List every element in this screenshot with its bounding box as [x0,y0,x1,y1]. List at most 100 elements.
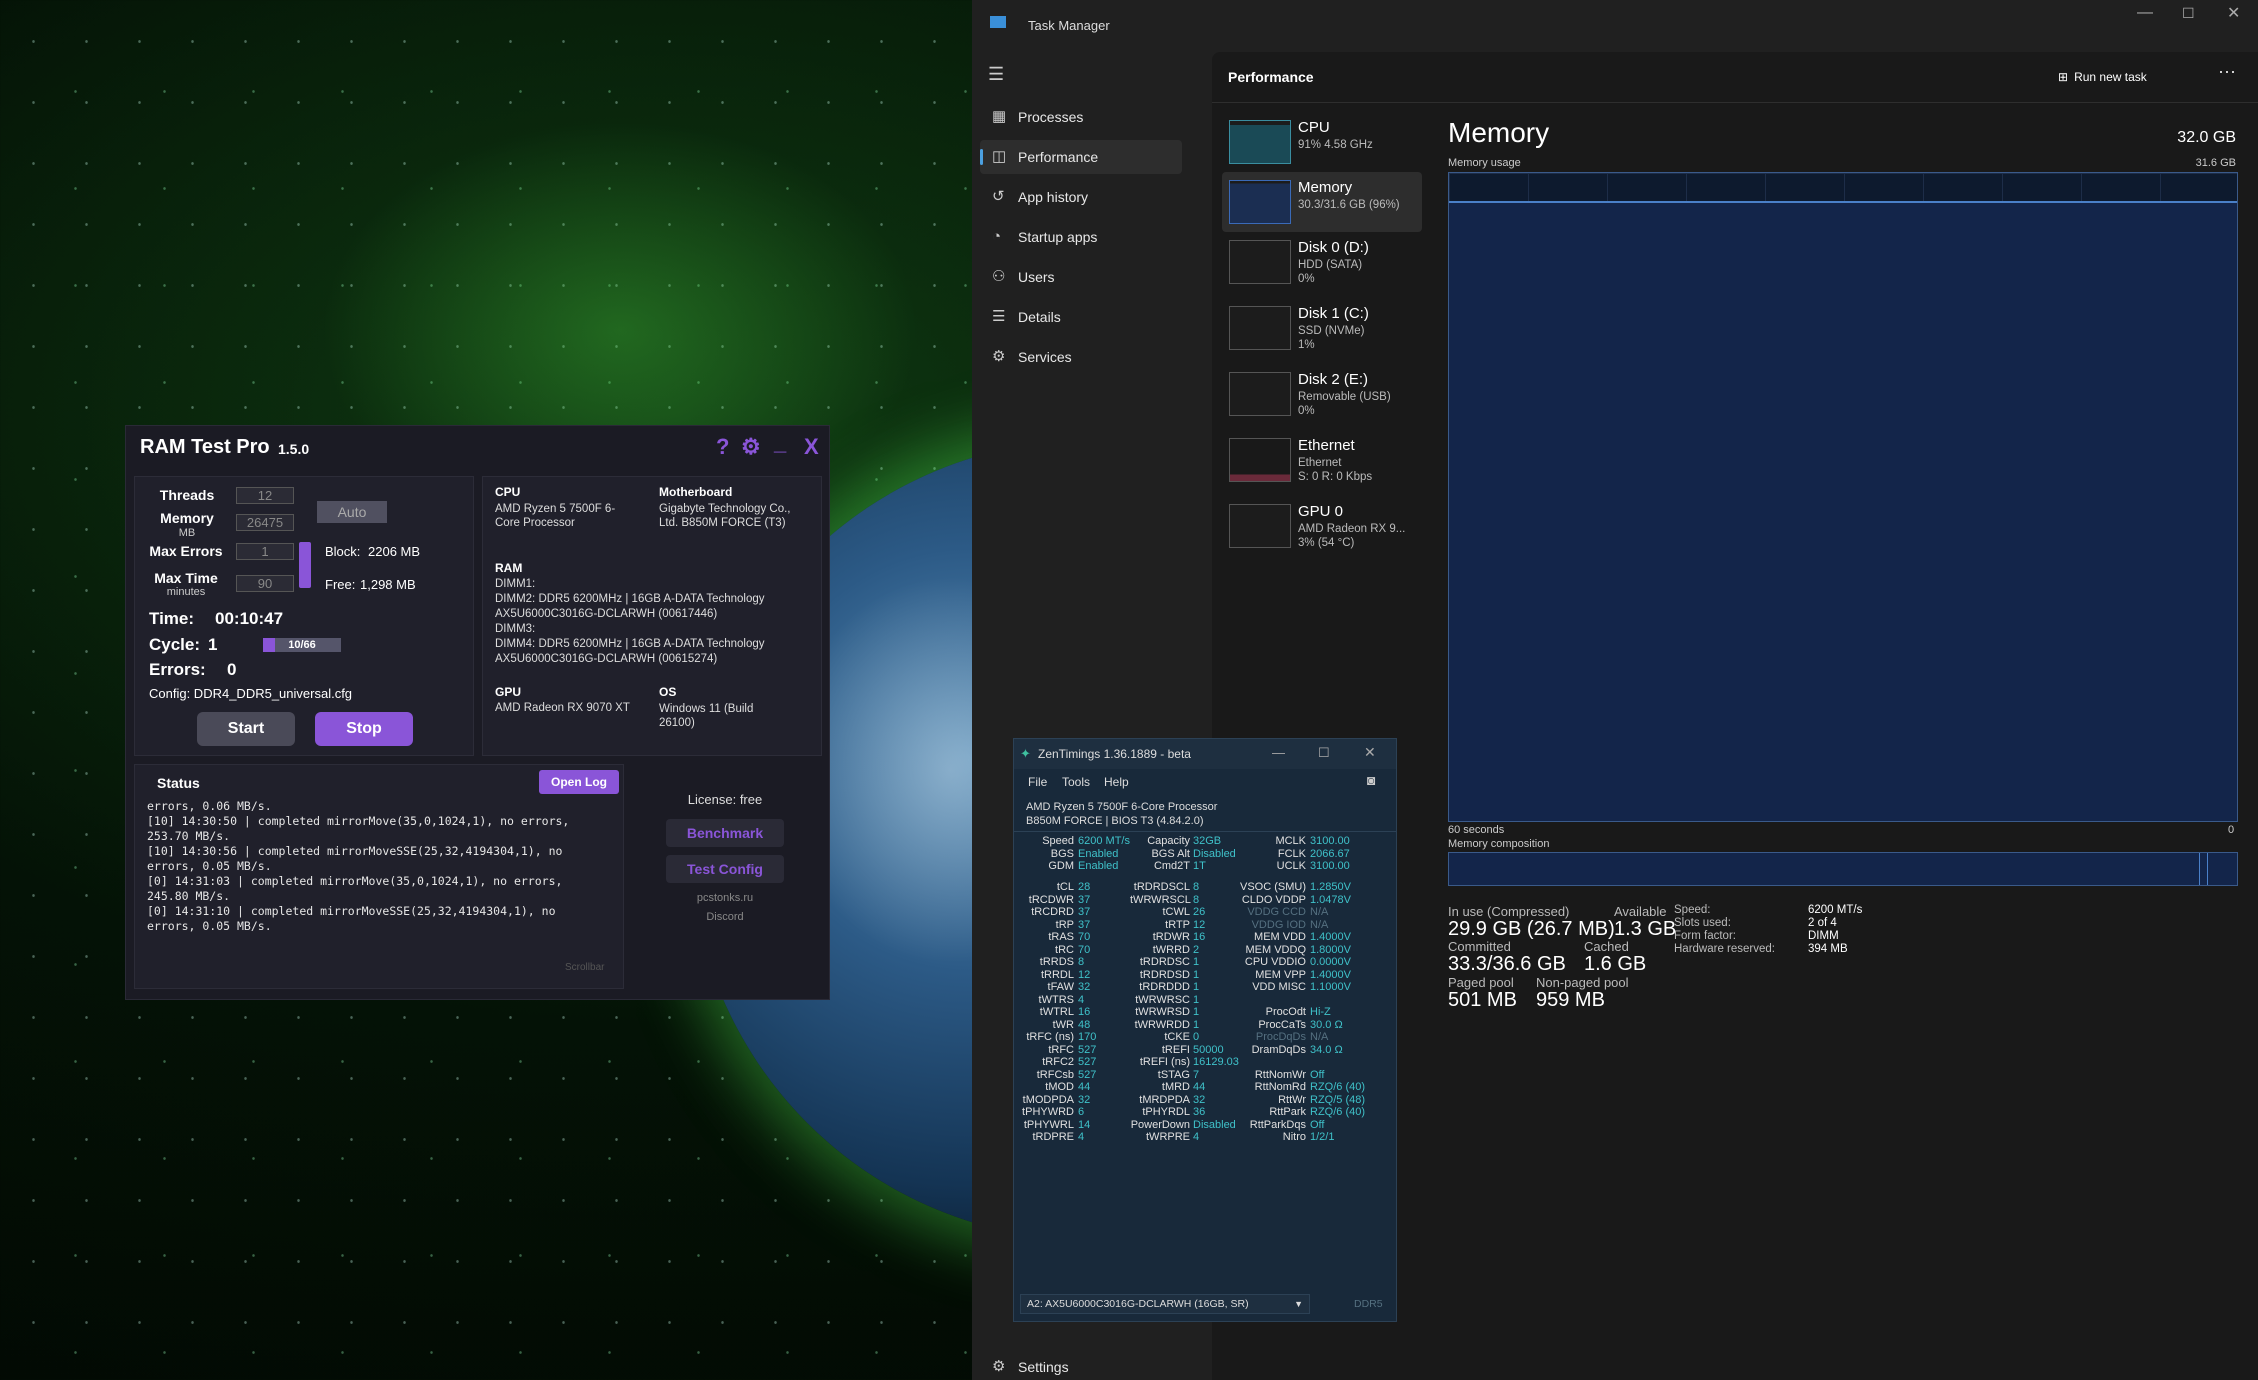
window-title: Task Manager [1028,18,1110,33]
resource-ethernet[interactable]: Ethernet Ethernet S: 0 R: 0 Kbps [1222,430,1422,490]
auto-button[interactable]: Auto [317,501,387,523]
discord-link[interactable]: Discord [626,911,824,923]
site-link[interactable]: pcstonks.ru [626,892,824,904]
committed-label: Committed [1448,939,1511,954]
resource-usage: 0% [1298,273,1315,285]
in-use-value: 29.9 GB (26.7 MB) [1448,918,1615,940]
timing-value: Off [1310,1118,1325,1131]
close-icon[interactable]: X [804,434,819,460]
resource-cpu[interactable]: CPU 91% 4.58 GHz [1222,112,1422,172]
timing-value: 1T [1193,860,1206,872]
test-config-button[interactable]: Test Config [666,855,784,883]
nav-processes[interactable]: ▦ Processes [980,100,1182,134]
timing-label: tPHYWRL [1023,1118,1074,1131]
nav-users[interactable]: ⚇ Users [980,260,1182,294]
menu-help[interactable]: Help [1104,775,1129,789]
close-icon[interactable]: ✕ [2227,3,2240,23]
nav-label: Settings [1018,1359,1069,1375]
benchmark-button[interactable]: Benchmark [666,819,784,847]
max-time-input[interactable]: 90 [236,575,294,592]
disk-thumbnail [1229,372,1291,416]
timing-value: 1.4000V [1310,931,1351,943]
gear-icon[interactable]: ⚙ [741,434,761,460]
status-heading: Status [157,775,200,791]
cycle-value: 1 [208,635,218,654]
threads-input[interactable]: 12 [236,487,294,504]
timing-label: tMOD [1045,1081,1074,1093]
camera-icon[interactable]: ◙ [1367,772,1375,788]
memory-title: Memory [1448,117,1550,148]
timing-value: 26 [1193,906,1206,918]
memory-input[interactable]: 26475 [236,514,294,531]
timing-value: 0 [1193,1031,1200,1043]
dimm-select[interactable]: A2: AX5U6000C3016G-DCLARWH (16GB, SR) ▼ [1020,1294,1310,1314]
scrollbar[interactable]: Scrollbar [565,962,604,973]
menu-tools[interactable]: Tools [1062,775,1090,789]
resource-memory[interactable]: Memory 30.3/31.6 GB (96%) [1222,172,1422,232]
nav-settings[interactable]: ⚙ Settings [980,1350,1182,1380]
errors-label: Errors: [149,660,206,679]
more-options-icon[interactable]: ⋯ [2218,62,2236,83]
minimize-icon[interactable]: _ [774,430,786,456]
motherboard-heading: Motherboard [659,485,733,499]
max-errors-input[interactable]: 1 [236,543,294,560]
stop-button[interactable]: Stop [315,712,413,746]
timing-label: tWRWRDD [1134,1018,1190,1031]
timing-label: tWRWRSC [1135,993,1190,1006]
menu-file[interactable]: File [1028,775,1047,789]
timing-label: tWRPRE [1146,1131,1190,1143]
resource-usage: S: 0 R: 0 Kbps [1298,471,1373,483]
ram-list: DIMM1: DIMM2: DDR5 6200MHz | 16GB A-DATA… [495,577,765,667]
resource-gpu0[interactable]: GPU 0 AMD Radeon RX 9... 3% (54 °C) [1222,496,1422,556]
timing-value: 4 [1078,1131,1085,1143]
cached-label: Cached [1584,939,1629,954]
timing-value: 1.4000V [1310,968,1351,981]
open-log-button[interactable]: Open Log [539,770,619,794]
resource-detail: SSD (NVMe) [1298,325,1365,337]
hamburger-icon[interactable]: ☰ [988,64,1004,85]
nav-details[interactable]: ☰ Details [980,300,1182,334]
system-info-panel: CPU AMD Ryzen 5 7500F 6-Core Processor M… [482,476,822,756]
resource-disk2[interactable]: Disk 2 (E:) Removable (USB) 0% [1222,364,1422,424]
minimize-icon[interactable]: — [1272,745,1285,760]
link-toggle[interactable] [299,542,311,588]
memory-thumbnail [1229,180,1291,224]
timing-value: 37 [1078,906,1091,918]
free-label: Free: [325,577,356,592]
timing-label: tMODPDA [1022,1093,1074,1106]
dimm-select-value: A2: AX5U6000C3016G-DCLARWH (16GB, SR) [1027,1298,1249,1310]
speed-value: 6200 MT/s [1808,904,1863,916]
divider [1014,831,1396,832]
close-icon[interactable]: ✕ [1364,744,1376,761]
app-title: RAM Test Pro [140,436,270,458]
resource-detail: Ethernet [1298,457,1342,469]
maximize-icon[interactable]: ☐ [1318,745,1330,761]
nav-services[interactable]: ⚙ Services [980,340,1182,374]
timing-label: tWRWRSD [1135,1006,1190,1018]
nav-performance[interactable]: ◫ Performance [980,140,1182,174]
gpu-heading: GPU [495,685,522,699]
start-button[interactable]: Start [197,712,295,746]
timing-value: Off [1310,1068,1325,1081]
timing-value: 1.8000V [1310,943,1351,956]
maximize-icon[interactable]: ☐ [2182,5,2195,22]
in-use-label: In use (Compressed) [1448,904,1570,919]
resource-disk1[interactable]: Disk 1 (C:) SSD (NVMe) 1% [1222,298,1422,358]
timing-value: 8 [1193,893,1200,906]
nav-startup-apps[interactable]: ◔ Startup apps [980,220,1182,254]
resource-disk0[interactable]: Disk 0 (D:) HDD (SATA) 0% [1222,232,1422,292]
motherboard-value: Gigabyte Technology Co., Ltd. B850M FORC… [659,503,791,529]
timings-grid: Speed 6200 MT/s Capacity 32GB MCLK 3100.00 BGS… [1014,835,1396,1275]
help-icon[interactable]: ? [716,434,729,460]
timing-label: Cmd2T [1153,860,1190,872]
minimize-icon[interactable]: — [2137,4,2153,22]
timing-label: tREFI [1161,1043,1190,1056]
menu-bar: File Tools Help ◙ [1014,769,1396,793]
timing-value: 3100.00 [1310,835,1350,847]
gpu-value: AMD Radeon RX 9070 XT [495,702,630,714]
timing-value: 32 [1078,981,1091,993]
timing-value: 36 [1193,1106,1206,1118]
run-new-task-button[interactable]: ⊞ Run new task [2058,65,2147,89]
nav-app-history[interactable]: ↺ App history [980,180,1182,214]
timing-value: 1 [1193,993,1200,1006]
